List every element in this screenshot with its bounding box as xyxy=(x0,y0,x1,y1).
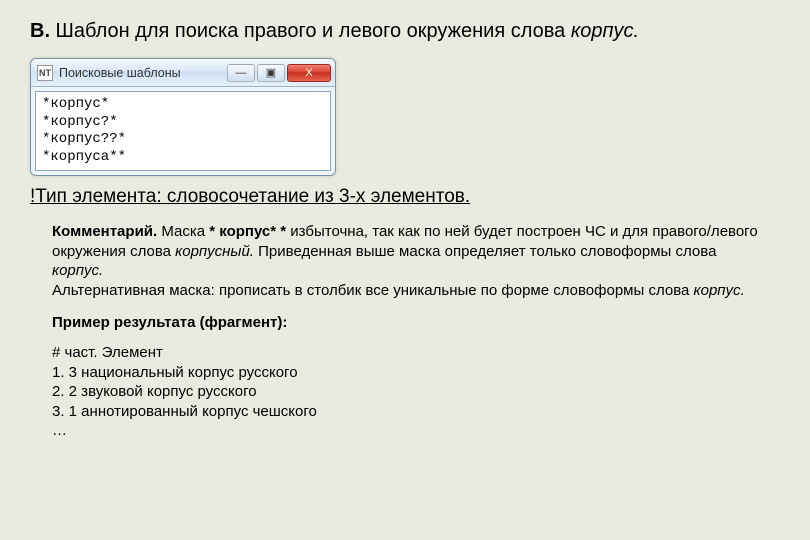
window-body: *корпус* *корпус?* *корпус??* *корпуса** xyxy=(31,87,335,175)
section-heading: В. Шаблон для поиска правого и левого ок… xyxy=(30,18,780,44)
window-titlebar: NT Поисковые шаблоны — ▣ X xyxy=(31,59,335,87)
close-button[interactable]: X xyxy=(287,64,331,82)
heading-italic-word: корпус. xyxy=(571,20,639,42)
element-type-line: !Тип элемента: словосочетание из 3-х эле… xyxy=(30,186,780,208)
heading-prefix: В. xyxy=(30,20,50,42)
textbox-line: *корпус?* xyxy=(42,114,118,130)
result-block: # част. Элемент 1. 3 национальный корпус… xyxy=(52,343,758,441)
window-title: Поисковые шаблоны xyxy=(59,66,227,80)
result-line: 1. 3 национальный корпус русского xyxy=(52,364,298,381)
result-line: 3. 1 аннотированный корпус чешского xyxy=(52,403,317,420)
app-window: NT Поисковые шаблоны — ▣ X *корпус* *кор… xyxy=(30,58,336,176)
textbox-line: *корпус??* xyxy=(42,131,126,147)
textbox-line: *корпуса** xyxy=(42,149,126,165)
comment-italic: корпус. xyxy=(52,262,103,279)
comment-italic: корпусный. xyxy=(175,243,254,260)
comment-text: Альтернативная маска: прописать в столби… xyxy=(52,282,694,299)
heading-text: Шаблон для поиска правого и левого окруж… xyxy=(50,20,571,42)
comment-label: Комментарий. xyxy=(52,223,157,240)
pattern-textbox[interactable]: *корпус* *корпус?* *корпус??* *корпуса** xyxy=(35,91,331,171)
result-line: 2. 2 звуковой корпус русского xyxy=(52,383,257,400)
app-icon: NT xyxy=(37,65,53,81)
window-buttons: — ▣ X xyxy=(227,64,331,82)
maximize-button[interactable]: ▣ xyxy=(257,64,285,82)
comment-text: Маска xyxy=(157,223,209,240)
comment-mask: * корпус* * xyxy=(209,223,286,240)
comment-italic: корпус. xyxy=(694,282,745,299)
result-title: Пример результата (фрагмент): xyxy=(52,314,758,331)
result-line: … xyxy=(52,422,67,439)
minimize-button[interactable]: — xyxy=(227,64,255,82)
result-line: # част. Элемент xyxy=(52,344,163,361)
comment-block: Комментарий. Маска * корпус* * избыточна… xyxy=(52,222,758,300)
comment-text: Приведенная выше маска определяет только… xyxy=(254,243,716,260)
textbox-line: *корпус* xyxy=(42,96,109,112)
